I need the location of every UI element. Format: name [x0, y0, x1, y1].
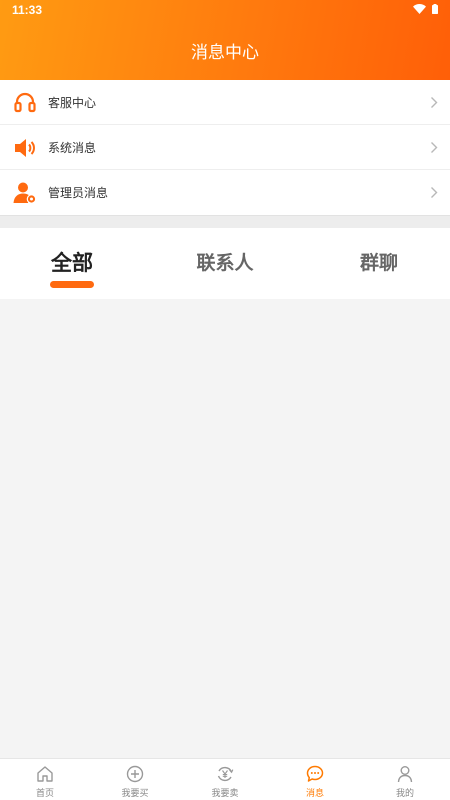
chevron-right-icon — [431, 187, 438, 198]
nav-label: 我要卖 — [211, 789, 239, 799]
nav-messages[interactable]: 消息 — [270, 759, 360, 800]
row-label: 系统消息 — [48, 141, 97, 155]
nav-profile[interactable]: 我的 — [360, 759, 450, 800]
customer-service-row[interactable]: 客服中心 — [0, 80, 450, 125]
wifi-icon — [413, 4, 426, 14]
message-center-screen: 11:33 消息中心 客服中心 系统消息 管理员消息 全部 联系人 群聊 首页 … — [0, 0, 450, 800]
person-icon — [397, 766, 413, 783]
battery-icon — [432, 4, 438, 14]
conversation-tabs: 全部 联系人 群聊 — [0, 228, 450, 299]
row-label: 管理员消息 — [48, 186, 109, 200]
page-title: 消息中心 — [191, 43, 259, 63]
section-divider — [0, 215, 450, 228]
status-icons — [413, 4, 438, 14]
home-icon — [37, 766, 53, 782]
nav-label: 首页 — [35, 789, 54, 799]
tab-group-chat[interactable]: 群聊 — [329, 248, 429, 275]
tab-all[interactable]: 全部 — [22, 247, 122, 277]
nav-buy[interactable]: 我要买 — [90, 759, 180, 800]
chevron-right-icon — [431, 142, 438, 153]
bottom-navigation: 首页 我要买 我要卖 消息 我的 — [0, 758, 450, 800]
nav-label: 我的 — [395, 789, 414, 799]
system-message-row[interactable]: 系统消息 — [0, 125, 450, 170]
admin-user-icon — [13, 182, 37, 204]
tab-contacts[interactable]: 联系人 — [175, 248, 275, 275]
conversation-list-empty — [0, 299, 450, 758]
headset-icon — [14, 92, 36, 113]
message-category-list: 客服中心 系统消息 管理员消息 — [0, 80, 450, 215]
nav-label: 消息 — [305, 789, 324, 799]
speaker-icon — [15, 139, 35, 157]
admin-message-row[interactable]: 管理员消息 — [0, 170, 450, 215]
yen-exchange-icon — [217, 766, 234, 782]
nav-sell[interactable]: 我要卖 — [180, 759, 270, 800]
active-tab-indicator — [50, 281, 94, 288]
chevron-right-icon — [431, 97, 438, 108]
status-time: 11:33 — [12, 3, 43, 17]
row-label: 客服中心 — [48, 96, 97, 110]
chat-bubble-icon — [306, 765, 324, 782]
nav-label: 我要买 — [121, 789, 149, 799]
plus-circle-icon — [126, 765, 144, 783]
nav-home[interactable]: 首页 — [0, 759, 90, 800]
header: 11:33 消息中心 — [0, 0, 450, 80]
